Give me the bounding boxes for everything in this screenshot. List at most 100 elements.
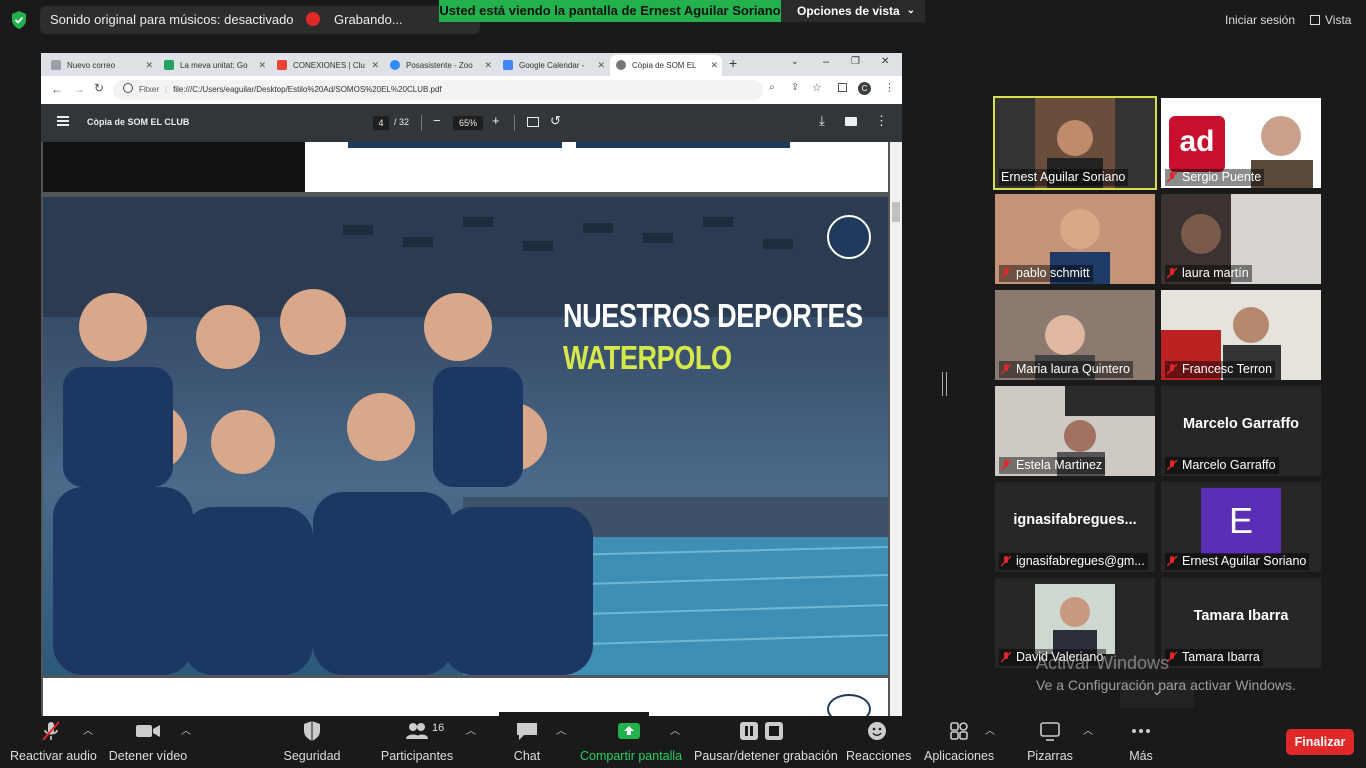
tab-search-icon[interactable]: ⌄ xyxy=(791,56,799,67)
pdf-page-next xyxy=(43,678,888,716)
participant-avatar: E xyxy=(1201,488,1281,554)
pause-stop-recording-button[interactable]: Pausar/detener grabación xyxy=(694,720,838,763)
participant-tile[interactable]: ignasifabregues... ignasifabregues@gm... xyxy=(995,482,1155,572)
download-icon[interactable]: ⤓ xyxy=(819,113,825,129)
company-logo-icon: ad xyxy=(1169,116,1225,172)
chevron-up-icon[interactable]: ︿ xyxy=(181,722,191,737)
profile-avatar[interactable]: C xyxy=(858,82,871,95)
end-meeting-button[interactable]: Finalizar xyxy=(1286,729,1354,755)
participant-tile[interactable]: laura martín xyxy=(1161,194,1321,284)
globe-icon xyxy=(616,60,626,70)
participant-name-text: Maria laura Quintero xyxy=(1016,362,1130,376)
view-button[interactable]: Vista xyxy=(1300,6,1362,34)
browser-tab[interactable]: Nuevo correo ✕ xyxy=(45,55,157,76)
browser-menu-icon[interactable]: ⋮ xyxy=(884,81,895,94)
apps-button[interactable]: Aplicaciones xyxy=(924,720,994,763)
participant-tile[interactable]: E Ernest Aguilar Soriano xyxy=(1161,482,1321,572)
chevron-up-icon[interactable]: ︿ xyxy=(466,722,476,737)
fit-page-icon[interactable] xyxy=(527,117,539,127)
reactions-button[interactable]: Reacciones xyxy=(846,720,911,763)
unmute-button[interactable]: Reactivar audio xyxy=(10,720,97,763)
pdf-more-icon[interactable]: ⋮ xyxy=(875,113,888,129)
chevron-up-icon[interactable]: ︿ xyxy=(83,722,93,737)
sign-in-button[interactable]: Iniciar sesión xyxy=(1215,6,1306,34)
chat-bubble-icon xyxy=(517,723,537,740)
mic-muted-icon xyxy=(1167,267,1177,279)
stop-video-label: Detener vídeo xyxy=(108,749,188,763)
pdf-page-input[interactable]: 4 xyxy=(373,116,389,130)
close-icon[interactable]: ✕ xyxy=(371,55,379,76)
pause-stop-icon xyxy=(740,722,783,740)
close-icon[interactable]: ✕ xyxy=(710,55,718,76)
participant-tile[interactable]: Marcelo Garraffo Marcelo Garraffo xyxy=(1161,386,1321,476)
share-screen-icon xyxy=(618,723,640,739)
minimize-icon[interactable]: – xyxy=(823,56,829,68)
club-logo-icon xyxy=(827,694,871,716)
reload-icon[interactable]: ↻ xyxy=(94,81,104,95)
chevron-up-icon[interactable]: ︿ xyxy=(670,722,680,737)
stop-video-button[interactable]: Detener vídeo xyxy=(108,720,188,763)
share-screen-button[interactable]: Compartir pantalla xyxy=(580,720,682,763)
close-icon[interactable]: ✕ xyxy=(258,55,266,76)
club-logo-icon xyxy=(827,215,871,259)
participants-button[interactable]: 16 Participantes xyxy=(380,720,454,763)
splitter-handle[interactable] xyxy=(942,372,947,396)
browser-tab[interactable]: CONEXIONES | Clu ✕ xyxy=(271,55,383,76)
participant-tile[interactable]: Ernest Aguilar Soriano xyxy=(993,96,1157,190)
new-tab-icon[interactable]: + xyxy=(729,55,737,71)
close-icon[interactable]: ✕ xyxy=(145,55,153,76)
zoom-in-icon[interactable]: + xyxy=(492,113,500,128)
print-icon[interactable] xyxy=(845,117,857,126)
url-field[interactable]: Fitxer | file:///C:/Users/eaguilar/Desktop… xyxy=(113,80,763,100)
security-shield-icon xyxy=(12,11,26,29)
chevron-up-icon[interactable]: ︿ xyxy=(556,722,566,737)
gmail-icon xyxy=(277,60,287,70)
pdf-scrollbar[interactable] xyxy=(890,142,902,716)
rotate-icon[interactable]: ↺ xyxy=(550,113,561,129)
participant-name: laura martín xyxy=(1165,265,1252,282)
close-icon[interactable]: ✕ xyxy=(597,55,605,76)
back-icon[interactable]: ← xyxy=(51,82,63,96)
pdf-toolbar: Còpia de SOM EL CLUB 4 / 32 − 65% + ↺ ⤓ … xyxy=(41,104,902,142)
zoom-out-icon[interactable]: − xyxy=(433,113,441,128)
participant-tile[interactable]: pablo schmitt xyxy=(995,194,1155,284)
view-options-label: Opciones de vista xyxy=(797,4,900,18)
whiteboards-button[interactable]: Pizarras xyxy=(1026,720,1074,763)
more-button[interactable]: Más xyxy=(1124,720,1158,763)
chat-button[interactable]: Chat xyxy=(510,720,544,763)
participant-tile[interactable]: Francesc Terron xyxy=(1161,290,1321,380)
meeting-toolbar: Reactivar audio ︿ Detener vídeo ︿ Seguri… xyxy=(0,716,1366,768)
grid-icon xyxy=(1310,15,1320,25)
whiteboard-icon xyxy=(1040,722,1060,741)
browser-tab[interactable]: Google Calendar - ✕ xyxy=(497,55,609,76)
view-options-button[interactable]: Opciones de vista ⌄ xyxy=(781,0,925,22)
zoom-lens-icon[interactable]: ⌕ xyxy=(769,82,775,93)
browser-tab[interactable]: La meva unitat: Go ✕ xyxy=(158,55,270,76)
pdf-menu-icon[interactable] xyxy=(57,116,69,126)
close-icon[interactable]: ✕ xyxy=(484,55,492,76)
participant-name: Ernest Aguilar Soriano xyxy=(999,169,1129,186)
side-panel-icon[interactable] xyxy=(838,83,847,92)
view-label: Vista xyxy=(1325,13,1352,27)
participant-tile[interactable]: Estela Martinez xyxy=(995,386,1155,476)
share-icon[interactable]: ⇪ xyxy=(791,82,799,93)
browser-tab[interactable]: Posasistente - Zoo ✕ xyxy=(384,55,496,76)
window-close-icon[interactable]: ✕ xyxy=(881,56,889,67)
bookmark-star-icon[interactable]: ☆ xyxy=(812,81,822,94)
security-button[interactable]: Seguridad xyxy=(282,720,342,763)
restore-icon[interactable]: ❐ xyxy=(851,56,860,67)
participant-name: Sergio Puente xyxy=(1165,169,1265,186)
original-sound-button[interactable]: Sonido original para músicos: desactivad… xyxy=(40,6,304,34)
chevron-up-icon[interactable]: ︿ xyxy=(1083,722,1093,737)
mic-muted-icon xyxy=(1167,555,1177,567)
pdf-viewport: NUESTROS DEPORTES WATERPOLO xyxy=(41,142,902,716)
forward-icon[interactable]: → xyxy=(73,82,85,96)
browser-tab-active[interactable]: Còpia de SOM EL ✕ xyxy=(610,55,722,76)
participant-tile[interactable]: ad Sergio Puente xyxy=(1161,98,1321,188)
participant-tile[interactable]: Tamara Ibarra Tamara Ibarra xyxy=(1161,578,1321,668)
chevron-up-icon[interactable]: ︿ xyxy=(985,722,995,737)
scrollbar-thumb[interactable] xyxy=(892,202,900,222)
profile-initial: C xyxy=(861,84,868,93)
participant-tile[interactable]: Maria laura Quintero xyxy=(995,290,1155,380)
pdf-zoom-input[interactable]: 65% xyxy=(453,116,483,130)
